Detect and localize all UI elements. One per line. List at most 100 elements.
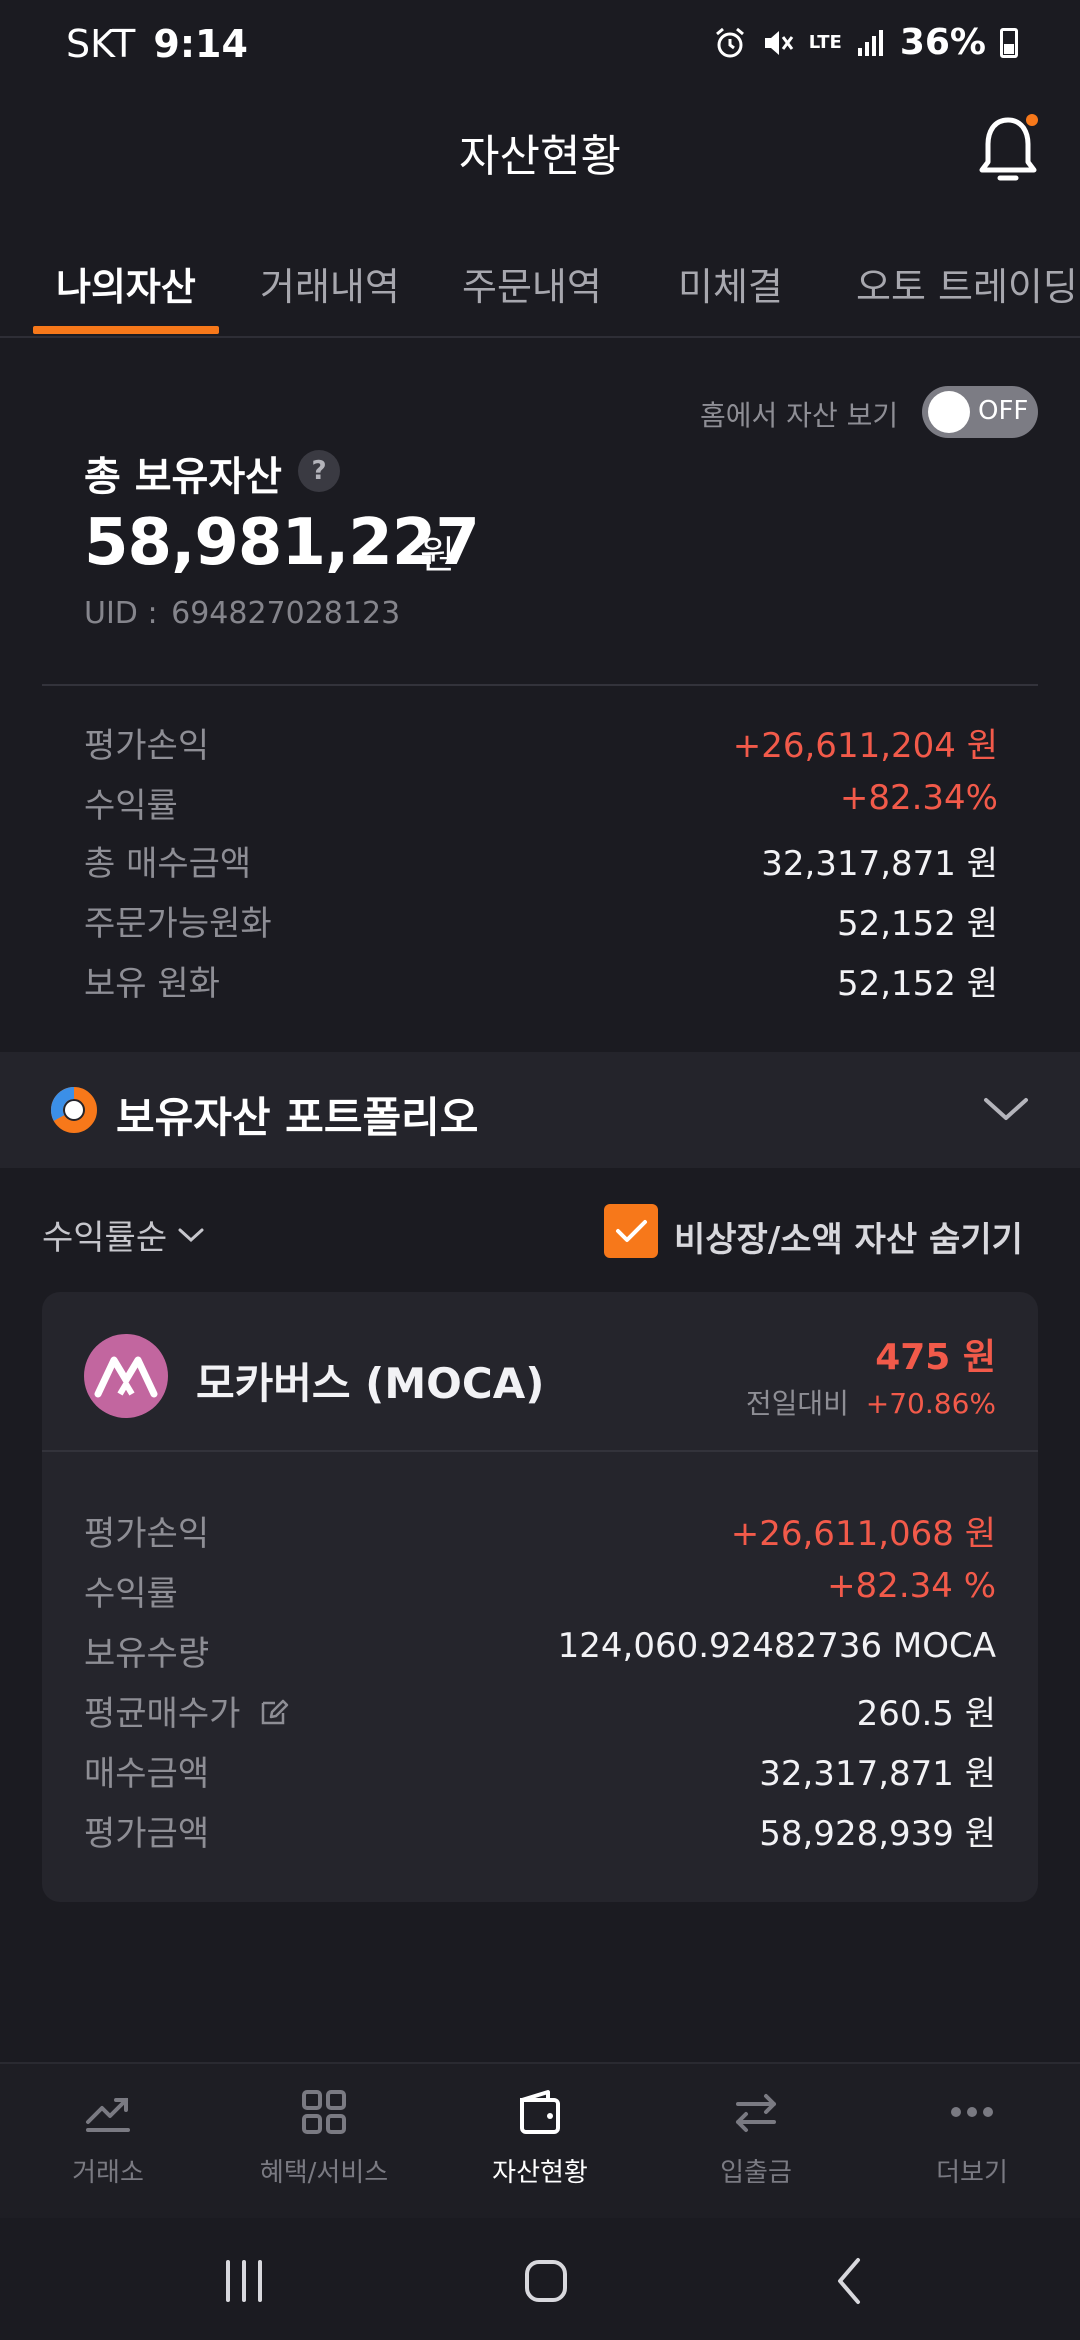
asset-row-label: 평가손익 [84, 1514, 210, 1554]
coin-logo-icon [84, 1334, 168, 1418]
summary-row: 평가손익 +26,611,204 원 [84, 718, 998, 768]
grid-icon [302, 2090, 346, 2134]
summary-row-label: 보유 원화 [84, 964, 220, 1004]
portfolio-title: 보유자산 포트폴리오 [116, 1093, 479, 1142]
asset-row: 평가금액 58,928,939 원 [84, 1806, 996, 1856]
app-header: 자산현황 [0, 96, 1080, 216]
nav-label: 자산현황 [492, 2158, 588, 2188]
pie-chart-icon [51, 1087, 97, 1133]
toggle-knob [928, 391, 970, 433]
asset-row-label: 보유수량 [84, 1634, 210, 1674]
alarm-icon [715, 27, 744, 57]
asset-row: 평균매수가 260.5 원 [84, 1686, 996, 1736]
summary-row: 수익률 +82.34% [84, 778, 998, 828]
back-icon[interactable] [820, 2254, 880, 2308]
signal-icon [857, 29, 883, 56]
asset-row-value: +82.34 % [827, 1566, 996, 1606]
tab-auto-trading[interactable]: 오토 트레이딩 [856, 256, 1078, 311]
nav-deposit-withdraw[interactable]: 입출금 [648, 2084, 864, 2204]
more-icon [951, 2107, 993, 2117]
bottom-nav: 거래소 혜택/서비스 자산현황 입출금 더보기 [0, 2062, 1080, 2218]
summary-divider [42, 684, 1038, 686]
summary-row-value: 32,317,871 원 [761, 844, 998, 884]
coin-change-value: +70.86% [865, 1387, 996, 1420]
chart-trend-icon [86, 2098, 130, 2132]
toggle-state: OFF [978, 396, 1029, 426]
uid-value: 694827028123 [171, 596, 401, 631]
hide-small-assets-label[interactable]: 비상장/소액 자산 숨기기 [674, 1212, 1023, 1261]
portfolio-section-header[interactable]: 보유자산 포트폴리오 [0, 1052, 1080, 1168]
tab-order-history[interactable]: 주문내역 [462, 256, 602, 311]
sort-dropdown[interactable]: 수익률순 [42, 1210, 205, 1259]
nav-label: 거래소 [72, 2158, 144, 2188]
home-icon[interactable] [516, 2254, 576, 2308]
summary-row-value: 52,152 원 [836, 904, 998, 944]
chevron-down-icon[interactable] [982, 1092, 1030, 1126]
summary-row: 주문가능원화 52,152 원 [84, 896, 998, 946]
total-assets-unit: 원 [420, 533, 455, 577]
tab-trade-history[interactable]: 거래내역 [260, 256, 400, 311]
asset-row: 평가손익 +26,611,068 원 [84, 1506, 996, 1556]
wallet-icon [520, 2090, 560, 2134]
total-assets-label: 총 보유자산 [84, 454, 282, 500]
nav-assets[interactable]: 자산현황 [432, 2084, 648, 2204]
asset-row-label: 평균매수가 [84, 1686, 291, 1735]
summary-row-value: +26,611,204 원 [732, 726, 998, 766]
status-right: LTE 36% [713, 22, 1018, 63]
uid-label: UID : [84, 596, 158, 631]
status-bar: SKT 9:14 LTE 36% [0, 0, 1080, 96]
carrier-label: SKT [66, 22, 136, 66]
tab-bar: 나의자산 거래내역 주문내역 미체결 오토 트레이딩 [0, 232, 1080, 338]
nav-exchange[interactable]: 거래소 [0, 2084, 216, 2204]
chevron-down-icon [178, 1228, 204, 1242]
page-title: 자산현황 [459, 131, 621, 182]
transfer-icon [736, 2094, 776, 2132]
active-tab-indicator [33, 326, 219, 334]
notification-dot [1026, 114, 1038, 126]
uid: UID : 694827028123 [84, 596, 400, 631]
card-divider [42, 1450, 1038, 1452]
summary-row-label: 수익률 [84, 786, 178, 826]
summary-row-value: +82.34% [839, 778, 998, 818]
coin-name: 모카버스 (MOCA) [196, 1359, 545, 1408]
network-label: LTE [808, 31, 842, 53]
summary-row-label: 평가손익 [84, 726, 210, 766]
avg-price-label: 평균매수가 [84, 1694, 241, 1734]
summary-row-value: 52,152 원 [836, 964, 998, 1004]
clock: 9:14 [153, 22, 248, 66]
battery-percent: 36% [899, 22, 986, 63]
asset-row-label: 평가금액 [84, 1814, 210, 1854]
nav-label: 더보기 [936, 2158, 1008, 2188]
home-asset-toggle-label: 홈에서 자산 보기 [700, 399, 899, 432]
edit-icon[interactable] [257, 1695, 291, 1729]
help-icon[interactable]: ? [298, 450, 340, 492]
asset-row-label: 매수금액 [84, 1754, 210, 1794]
summary-row-label: 주문가능원화 [84, 904, 272, 944]
asset-row-value: 260.5 원 [856, 1694, 996, 1734]
asset-row: 수익률 +82.34 % [84, 1566, 996, 1616]
mute-icon [764, 30, 793, 55]
asset-card[interactable]: 모카버스 (MOCA) 475 원 전일대비 +70.86% 평가손익 +26,… [42, 1292, 1038, 1902]
battery-icon [1000, 27, 1018, 58]
asset-row-label: 수익률 [84, 1574, 178, 1614]
summary-row: 총 매수금액 32,317,871 원 [84, 836, 998, 886]
nav-more[interactable]: 더보기 [864, 2084, 1080, 2204]
summary-row: 보유 원화 52,152 원 [84, 956, 998, 1006]
coin-price: 475 원 [875, 1337, 996, 1378]
recent-apps-icon[interactable] [214, 2254, 274, 2308]
tab-unfilled[interactable]: 미체결 [678, 256, 783, 311]
asset-row-value: 124,060.92482736 MOCA [557, 1626, 996, 1666]
nav-label: 입출금 [720, 2158, 792, 2188]
asset-row-value: +26,611,068 원 [730, 1514, 996, 1554]
asset-row-value: 58,928,939 원 [759, 1814, 996, 1854]
hide-small-assets-checkbox[interactable] [604, 1204, 658, 1258]
asset-row: 매수금액 32,317,871 원 [84, 1746, 996, 1796]
tab-my-assets[interactable]: 나의자산 [56, 256, 196, 311]
asset-row-value: 32,317,871 원 [759, 1754, 996, 1794]
nav-benefits[interactable]: 혜택/서비스 [216, 2084, 432, 2204]
checkmark-icon [616, 1220, 647, 1242]
status-left: SKT 9:14 [66, 22, 248, 66]
home-asset-toggle[interactable]: OFF [922, 386, 1038, 438]
sort-label: 수익률순 [42, 1218, 168, 1258]
system-nav-bar [0, 2218, 1080, 2340]
